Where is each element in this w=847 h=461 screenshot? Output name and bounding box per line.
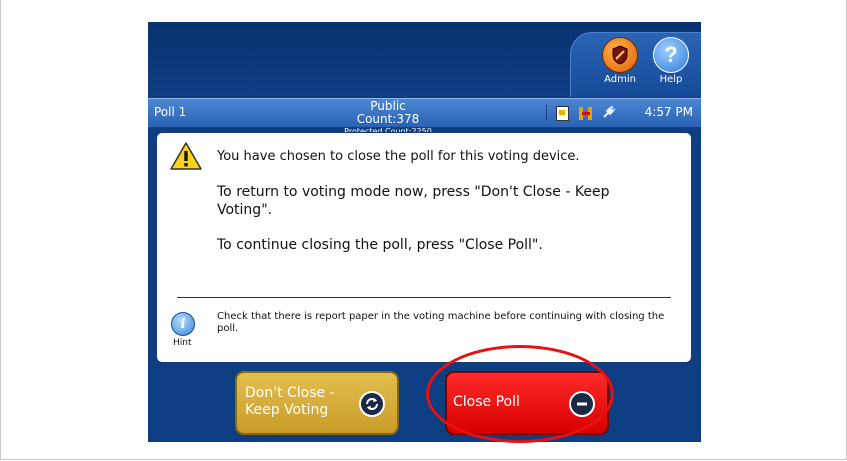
- hint-label: Hint: [173, 338, 192, 348]
- voting-machine-screen: Admin ? Help Poll 1 Public Count:378 Pro…: [148, 22, 701, 442]
- close-poll-label: Close Poll: [453, 394, 520, 410]
- clock: 4:57 PM: [644, 105, 693, 119]
- keep-voting-instruction: To return to voting mode now, press "Don…: [217, 184, 610, 218]
- help-label: Help: [659, 74, 683, 85]
- dialog-message: You have chosen to close the poll for th…: [217, 149, 580, 164]
- warning-icon: [169, 141, 203, 175]
- admin-button[interactable]: Admin: [595, 37, 645, 85]
- status-separator: [546, 105, 547, 121]
- save-icon: [579, 107, 592, 120]
- close-poll-instruction: To continue closing the poll, press "Clo…: [217, 237, 543, 253]
- public-count: Public Count:378: [356, 99, 420, 126]
- info-icon: i: [171, 312, 195, 336]
- hint-text: Check that there is report paper in the …: [217, 311, 665, 334]
- report-icon: [556, 106, 569, 121]
- help-button[interactable]: ? Help: [646, 37, 696, 85]
- power-plug-icon: [602, 105, 616, 122]
- shield-icon: [602, 37, 638, 73]
- keep-voting-button[interactable]: Don't Close - Keep Voting: [235, 371, 399, 435]
- admin-label: Admin: [604, 74, 636, 85]
- status-bar: Poll 1 Public Count:378 Protected Count:…: [148, 98, 701, 136]
- refresh-icon: [359, 391, 385, 417]
- keep-voting-label: Don't Close - Keep Voting: [245, 385, 335, 418]
- help-glyph: ?: [664, 42, 678, 67]
- poll-name: Poll 1: [154, 105, 187, 119]
- minus-circle-icon: [569, 391, 595, 417]
- status-icons: [556, 105, 616, 122]
- close-poll-dialog: You have chosen to close the poll for th…: [156, 132, 692, 363]
- close-poll-button[interactable]: Close Poll: [445, 371, 609, 435]
- question-icon: ?: [653, 37, 689, 73]
- divider: [177, 297, 671, 298]
